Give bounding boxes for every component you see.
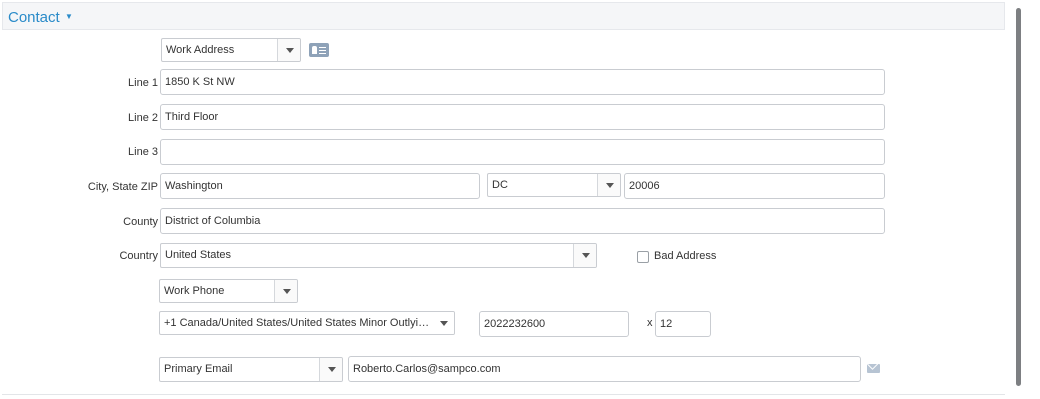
- envelope-icon[interactable]: [867, 364, 880, 373]
- phone-type-select[interactable]: Work Phone: [159, 279, 298, 303]
- chevron-down-icon[interactable]: [319, 358, 342, 381]
- section-header[interactable]: Contact ▼: [2, 2, 1005, 30]
- scrollbar[interactable]: [1016, 8, 1021, 386]
- extension-input[interactable]: 12: [655, 311, 711, 337]
- city-input[interactable]: Washington: [160, 173, 480, 199]
- phone-number-input[interactable]: 2022232600: [479, 311, 629, 337]
- address-card-icon[interactable]: [309, 43, 329, 57]
- email-type-value: Primary Email: [164, 363, 233, 375]
- country-select[interactable]: United States: [160, 243, 597, 268]
- divider: [2, 394, 1005, 395]
- state-select[interactable]: DC: [487, 173, 621, 197]
- line1-input[interactable]: 1850 K St NW: [160, 69, 885, 95]
- phone-type-value: Work Phone: [164, 285, 225, 297]
- bad-address-label[interactable]: Bad Address: [654, 250, 716, 262]
- chevron-down-icon[interactable]: [597, 174, 620, 196]
- section-title[interactable]: Contact: [8, 10, 60, 26]
- address-type-select[interactable]: Work Address: [161, 38, 301, 62]
- chevron-down-icon[interactable]: [573, 244, 596, 267]
- line2-input[interactable]: Third Floor: [160, 104, 885, 130]
- address-type-value: Work Address: [166, 44, 235, 56]
- line3-input[interactable]: [160, 139, 885, 165]
- zip-input[interactable]: 20006: [624, 173, 885, 199]
- county-input[interactable]: District of Columbia: [160, 208, 885, 234]
- chevron-down-icon[interactable]: [432, 312, 454, 334]
- chevron-down-icon[interactable]: [274, 280, 297, 302]
- city-state-zip-label: City, State ZIP: [87, 181, 158, 193]
- chevron-down-icon[interactable]: [277, 39, 300, 61]
- extension-label: x: [647, 317, 653, 329]
- email-input[interactable]: Roberto.Carlos@sampco.com: [348, 356, 861, 382]
- line1-label: Line 1: [128, 77, 158, 89]
- country-label: Country: [119, 250, 158, 262]
- bad-address-checkbox[interactable]: [637, 251, 649, 263]
- caret-down-icon[interactable]: ▼: [65, 12, 73, 21]
- phone-country-code-value: +1 Canada/United States/United States Mi…: [164, 317, 432, 329]
- country-value: United States: [165, 249, 232, 261]
- state-value: DC: [492, 179, 508, 191]
- county-label: County: [123, 216, 158, 228]
- line2-label: Line 2: [128, 112, 158, 124]
- email-type-select[interactable]: Primary Email: [159, 357, 343, 382]
- line3-label: Line 3: [128, 146, 158, 158]
- phone-country-code-select[interactable]: +1 Canada/United States/United States Mi…: [159, 311, 455, 335]
